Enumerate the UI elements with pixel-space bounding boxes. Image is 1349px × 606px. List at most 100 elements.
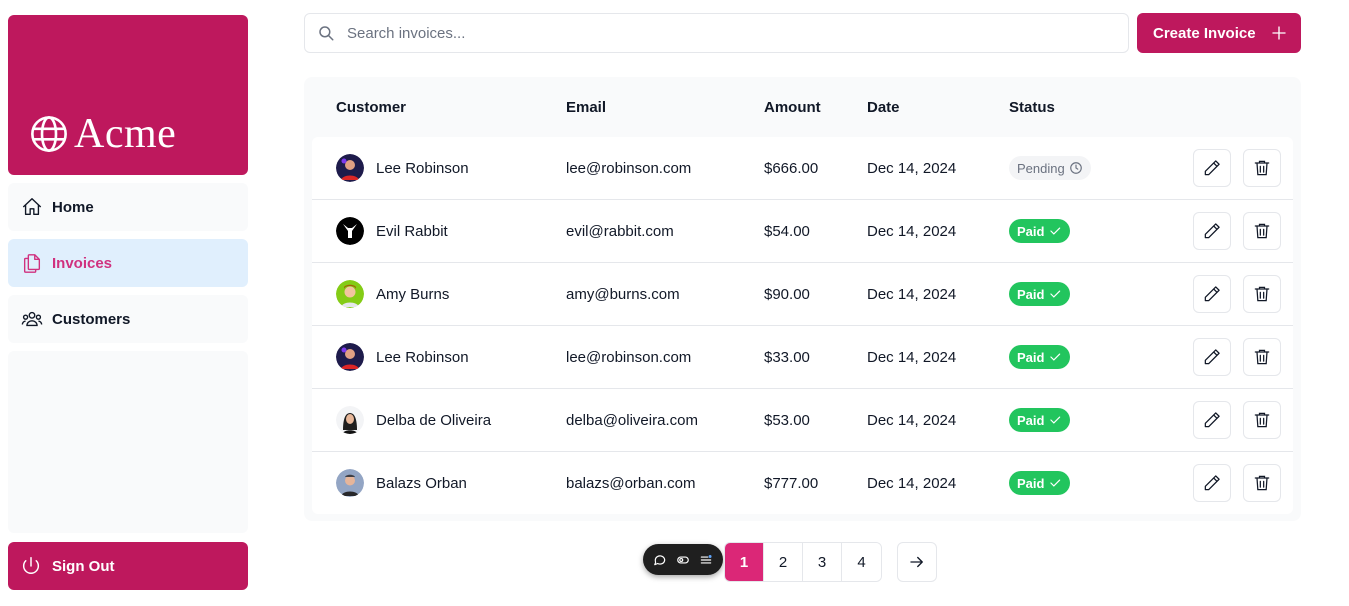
column-header-email: Email [566, 99, 607, 116]
search-bar[interactable] [304, 13, 1129, 53]
brand-logo-panel[interactable]: Acme [8, 15, 248, 175]
edit-invoice-button[interactable] [1193, 275, 1231, 313]
customer-name: Amy Burns [376, 285, 450, 303]
delete-invoice-button[interactable] [1243, 212, 1281, 250]
pencil-icon [1204, 160, 1220, 176]
amount-cell: $666.00 [764, 159, 819, 177]
customer-name: Delba de Oliveira [376, 411, 492, 429]
delete-invoice-button[interactable] [1243, 149, 1281, 187]
table-row: Lee Robinson lee@robinson.com $33.00 Dec… [312, 326, 1293, 389]
amount-cell: $90.00 [764, 285, 810, 303]
table-row: Delba de Oliveira delba@oliveira.com $53… [312, 389, 1293, 452]
status-label: Paid [1017, 349, 1045, 365]
customer-cell: Amy Burns [336, 263, 449, 325]
sidebar-item-invoices[interactable]: Invoices [8, 239, 248, 287]
trash-icon [1254, 223, 1270, 239]
create-invoice-button[interactable]: Create Invoice [1137, 13, 1301, 53]
edit-invoice-button[interactable] [1193, 212, 1231, 250]
pencil-icon [1204, 223, 1220, 239]
delete-invoice-button[interactable] [1243, 401, 1281, 439]
edit-invoice-button[interactable] [1193, 401, 1231, 439]
avatar [336, 280, 364, 308]
column-header-status: Status [1009, 99, 1055, 116]
edit-invoice-button[interactable] [1193, 338, 1231, 376]
email-cell: delba@oliveira.com [566, 411, 698, 429]
sign-out-button[interactable]: Sign Out [8, 542, 248, 590]
pencil-icon [1204, 475, 1220, 491]
amount-cell: $53.00 [764, 411, 810, 429]
sidebar-item-customers[interactable]: Customers [8, 295, 248, 343]
status-label: Paid [1017, 223, 1045, 239]
list-menu-icon[interactable] [699, 553, 713, 567]
search-icon [319, 26, 334, 41]
status-badge: Paid [1009, 282, 1071, 306]
trash-icon [1254, 349, 1270, 365]
chat-bubble-icon[interactable] [653, 553, 667, 567]
avatar [336, 217, 364, 245]
date-cell: Dec 14, 2024 [867, 474, 957, 492]
delete-invoice-button[interactable] [1243, 338, 1281, 376]
email-cell: lee@robinson.com [566, 159, 692, 177]
customer-name: Lee Robinson [376, 159, 469, 177]
clock-icon [1069, 162, 1082, 174]
user-group-icon [21, 311, 43, 327]
email-cell: amy@burns.com [566, 285, 680, 303]
home-icon [22, 198, 42, 216]
sidebar-item-label: Invoices [52, 254, 113, 272]
table-row: Amy Burns amy@burns.com $90.00 Dec 14, 2… [312, 263, 1293, 326]
status-cell: Paid [1009, 263, 1071, 325]
date-cell: Dec 14, 2024 [867, 285, 957, 303]
table-row: Evil Rabbit evil@rabbit.com $54.00 Dec 1… [312, 200, 1293, 263]
delete-invoice-button[interactable] [1243, 464, 1281, 502]
amount-cell: $777.00 [764, 474, 819, 492]
check-icon [1050, 479, 1061, 487]
customer-cell: Lee Robinson [336, 137, 469, 199]
globe-icon [31, 116, 67, 152]
trash-icon [1254, 475, 1270, 491]
page-button-1[interactable]: 1 [725, 543, 764, 581]
status-badge: Paid [1009, 345, 1071, 369]
pencil-icon [1204, 412, 1220, 428]
date-cell: Dec 14, 2024 [867, 222, 957, 240]
status-cell: Paid [1009, 389, 1071, 451]
delete-invoice-button[interactable] [1243, 275, 1281, 313]
arrow-right-icon [910, 556, 923, 568]
customer-cell: Evil Rabbit [336, 200, 448, 262]
sign-out-label: Sign Out [52, 557, 115, 575]
sidebar-item-label: Customers [52, 310, 131, 328]
table-row: Balazs Orban balazs@orban.com $777.00 De… [312, 452, 1293, 515]
edit-invoice-button[interactable] [1193, 149, 1231, 187]
status-cell: Paid [1009, 200, 1071, 262]
status-cell: Pending [1009, 137, 1091, 199]
trash-icon [1254, 286, 1270, 302]
avatar [336, 469, 364, 497]
check-icon [1050, 290, 1061, 298]
dev-toolbar[interactable] [643, 544, 723, 575]
check-icon [1050, 416, 1061, 424]
table-body: Lee Robinson lee@robinson.com $666.00 De… [312, 137, 1293, 514]
date-cell: Dec 14, 2024 [867, 159, 957, 177]
customer-name: Balazs Orban [376, 474, 467, 492]
status-badge: Paid [1009, 408, 1071, 432]
avatar [336, 154, 364, 182]
pagination: 1 2 3 4 [724, 542, 882, 582]
edit-invoice-button[interactable] [1193, 464, 1231, 502]
toggle-icon[interactable] [676, 553, 690, 567]
customer-cell: Delba de Oliveira [336, 389, 491, 451]
trash-icon [1254, 160, 1270, 176]
sidebar-item-home[interactable]: Home [8, 183, 248, 231]
page-button-4[interactable]: 4 [842, 543, 881, 581]
page-button-2[interactable]: 2 [764, 543, 803, 581]
create-invoice-label: Create Invoice [1153, 24, 1256, 42]
document-duplicate-icon [23, 254, 41, 273]
page-button-3[interactable]: 3 [803, 543, 842, 581]
date-cell: Dec 14, 2024 [867, 411, 957, 429]
invoices-table: Customer Email Amount Date Status Lee Ro… [304, 77, 1301, 521]
sidebar-item-label: Home [52, 198, 94, 216]
next-page-button[interactable] [897, 542, 937, 582]
search-input[interactable] [347, 24, 1087, 42]
trash-icon [1254, 412, 1270, 428]
amount-cell: $33.00 [764, 348, 810, 366]
email-cell: lee@robinson.com [566, 348, 692, 366]
email-cell: evil@rabbit.com [566, 222, 674, 240]
